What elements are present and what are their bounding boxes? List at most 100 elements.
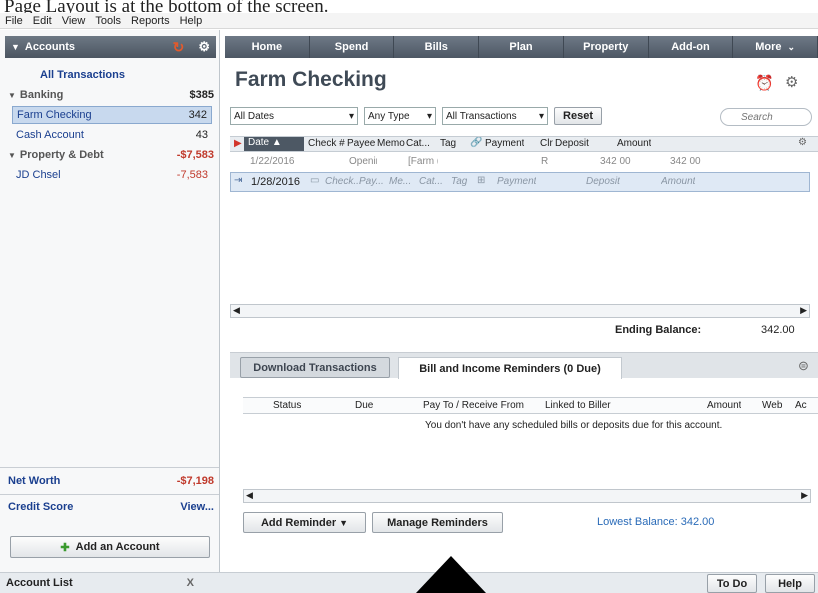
flag-icon: ▶ <box>234 138 242 149</box>
menu-reports[interactable]: Reports <box>126 15 175 27</box>
tab-home[interactable]: Home <box>225 36 310 58</box>
scroll-left-icon[interactable]: ◀ <box>246 490 253 501</box>
column-payee[interactable]: Payee <box>347 138 375 149</box>
scroll-right-icon[interactable]: ▶ <box>801 490 808 501</box>
reminder-list-header: Status Due Pay To / Receive From Linked … <box>243 397 818 414</box>
menu-file[interactable]: File <box>0 15 28 27</box>
add-reminder-button[interactable]: Add Reminder ▼ <box>243 512 366 533</box>
transactions-value: All Transactions <box>446 110 517 122</box>
column-deposit[interactable]: Deposit <box>555 138 589 149</box>
filter-bar: All Dates ▾ Any Type ▾ All Transactions ▾ R… <box>230 106 602 126</box>
tab-bills[interactable]: Bills <box>394 36 480 58</box>
reminder-clock-icon[interactable]: ⏰ <box>755 74 774 92</box>
refresh-icon[interactable]: ↻ <box>173 39 185 56</box>
scroll-left-icon[interactable]: ◀ <box>233 305 240 316</box>
entry-tag[interactable]: Tag <box>451 176 467 187</box>
entry-category[interactable]: Cat... <box>419 176 443 187</box>
add-account-button[interactable]: ✚ Add an Account <box>10 536 210 558</box>
collapse-triangle-icon[interactable]: ▼ <box>11 42 20 52</box>
page-title: Farm Checking <box>235 68 387 91</box>
register-scrollbar[interactable]: ◀ ▶ <box>230 304 810 318</box>
manage-reminders-button[interactable]: Manage Reminders <box>372 512 503 533</box>
table-row[interactable]: 1/22/2016 Openir [Farm ( R 342 00 342 00 <box>230 154 818 170</box>
column-web[interactable]: Web <box>762 400 782 411</box>
property-debt-group[interactable]: ▼ Property & Debt -$7,583 <box>8 146 214 164</box>
banking-group[interactable]: ▼ Banking $385 <box>8 86 214 104</box>
credit-score-label: Credit Score <box>8 501 74 513</box>
account-balance: 342 <box>188 109 207 121</box>
accounts-header-label: Accounts <box>24 41 76 53</box>
tab-property[interactable]: Property <box>564 36 649 58</box>
reminder-scrollbar[interactable]: ◀ ▶ <box>243 489 811 503</box>
column-tag[interactable]: Tag <box>440 138 456 149</box>
type-value: Any Type <box>368 110 410 122</box>
help-button[interactable]: Help <box>765 574 815 593</box>
menu-view[interactable]: View <box>57 15 91 27</box>
search-input[interactable] <box>720 108 812 126</box>
tab-spend[interactable]: Spend <box>310 36 395 58</box>
sidebar-item-jd-chsel[interactable]: JD Chsel -7,583 <box>12 166 212 184</box>
entry-deposit[interactable]: Deposit <box>586 176 620 187</box>
reset-button[interactable]: Reset <box>554 107 602 125</box>
row-payee: Openir <box>349 156 377 167</box>
split-icon[interactable]: ⊞ <box>477 175 485 186</box>
column-payment[interactable]: Payment <box>485 138 524 149</box>
menu-help[interactable]: Help <box>175 15 208 27</box>
column-check[interactable]: Check # <box>308 138 345 149</box>
gear-icon[interactable]: ⚙ <box>798 137 807 148</box>
tab-download-transactions[interactable]: Download Transactions <box>240 357 390 378</box>
column-cleared[interactable]: Clr <box>540 138 553 149</box>
tab-plan[interactable]: Plan <box>479 36 564 58</box>
column-date[interactable]: Date ▲ <box>244 137 304 151</box>
column-action[interactable]: Ac <box>795 400 807 411</box>
scroll-right-icon[interactable]: ▶ <box>800 305 807 316</box>
column-pay-to[interactable]: Pay To / Receive From <box>423 400 524 411</box>
transactions-dropdown[interactable]: All Transactions ▾ <box>442 107 548 125</box>
credit-score-view[interactable]: View... <box>180 501 214 513</box>
attachment-icon: 🔗 <box>470 137 483 148</box>
column-amount[interactable]: Amount <box>617 138 651 149</box>
collapse-panel-icon[interactable]: ⊜ <box>798 358 809 374</box>
tab-bill-income-reminders[interactable]: Bill and Income Reminders (0 Due) <box>398 357 622 379</box>
entry-memo[interactable]: Me... <box>389 176 411 187</box>
entry-date[interactable]: 1/28/2016 <box>251 176 300 188</box>
tab-add-on[interactable]: Add-on <box>649 36 734 58</box>
property-total: -$7,583 <box>176 149 214 161</box>
credit-score-row[interactable]: Credit Score View... <box>8 498 214 516</box>
todo-button[interactable]: To Do <box>707 574 757 593</box>
dates-dropdown[interactable]: All Dates ▾ <box>230 107 358 125</box>
account-name: Cash Account <box>16 129 84 141</box>
entry-payee[interactable]: Pay... <box>359 176 384 187</box>
ending-balance-value: 342.00 <box>761 324 795 336</box>
column-due[interactable]: Due <box>355 400 373 411</box>
column-memo[interactable]: Memo <box>377 138 405 149</box>
account-list-bar[interactable]: Account List X <box>0 572 220 593</box>
column-linked-biller[interactable]: Linked to Biller <box>545 400 611 411</box>
sidebar-item-farm-checking[interactable]: Farm Checking 342 <box>12 106 212 124</box>
collapse-triangle-icon: ▼ <box>8 150 16 160</box>
sidebar-item-cash-account[interactable]: Cash Account 43 <box>12 126 212 144</box>
column-amount[interactable]: Amount <box>707 400 741 411</box>
close-icon[interactable]: X <box>187 577 194 589</box>
menu-tools[interactable]: Tools <box>90 15 126 27</box>
menu-edit[interactable]: Edit <box>28 15 57 27</box>
all-transactions-link[interactable]: All Transactions <box>8 66 214 84</box>
new-entry-row[interactable]: ⇥ 1/28/2016 ▭ Check... Pay... Me... Cat.… <box>230 172 810 192</box>
entry-amount[interactable]: Amount <box>661 176 695 187</box>
entry-check[interactable]: Check... <box>325 176 362 187</box>
gear-icon[interactable]: ⚙ <box>198 39 210 55</box>
plus-icon: ✚ <box>60 541 70 554</box>
column-date-label: Date <box>248 137 270 148</box>
main-nav: Home Spend Bills Plan Property Add-on Mo… <box>225 36 818 58</box>
gear-icon[interactable]: ⚙ <box>785 73 798 91</box>
net-worth-row[interactable]: Net Worth -$7,198 <box>8 472 214 490</box>
type-dropdown[interactable]: Any Type ▾ <box>364 107 436 125</box>
column-category[interactable]: Cat... <box>406 138 430 149</box>
entry-payment[interactable]: Payment <box>497 176 536 187</box>
calendar-icon[interactable]: ▭ <box>310 175 319 186</box>
column-status[interactable]: Status <box>273 400 301 411</box>
account-list-label: Account List <box>6 577 73 589</box>
accounts-header[interactable]: ▼ Accounts ↻ ⚙ <box>5 36 216 58</box>
bottom-tab-bar: Download Transactions Bill and Income Re… <box>230 352 818 379</box>
tab-more[interactable]: More ⌄ <box>733 36 818 58</box>
